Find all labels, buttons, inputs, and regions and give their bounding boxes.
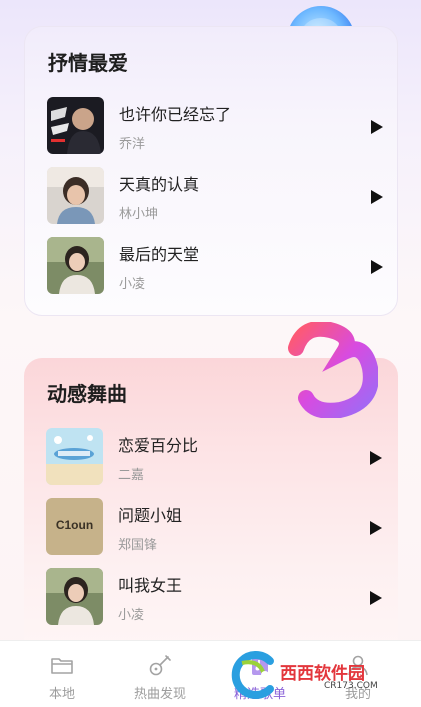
song-title: 恋爱百分比	[118, 436, 199, 455]
song-artist: 二嘉	[118, 468, 145, 483]
watermark-subtext: CR173.COM	[324, 681, 378, 691]
song-item[interactable]: C1oun 问题小姐 郑国锋	[46, 498, 386, 556]
tab-label: 本地	[48, 687, 75, 702]
play-icon[interactable]	[367, 117, 387, 137]
song-item[interactable]: 也许你已经忘了 乔洋	[47, 97, 387, 155]
song-title: 最后的天堂	[119, 245, 200, 264]
song-item[interactable]: 最后的天堂 小凌	[47, 237, 387, 295]
tab-local[interactable]: 本地	[14, 641, 110, 707]
album-cover	[46, 428, 103, 485]
song-title: 叫我女王	[118, 576, 183, 595]
section-card-lyric: 抒情最爱 也许你已经忘了 乔洋 天真的认真 林小坤 最后的天堂 小凌	[24, 26, 398, 316]
folder-icon	[49, 652, 75, 678]
section-title: 抒情最爱	[48, 51, 128, 75]
song-title: 也许你已经忘了	[119, 105, 232, 124]
album-cover: C1oun	[46, 498, 103, 555]
album-cover	[47, 97, 104, 154]
play-icon[interactable]	[367, 187, 387, 207]
album-cover-text: C1oun	[55, 518, 94, 532]
song-artist: 乔洋	[119, 137, 146, 152]
song-item[interactable]: 天真的认真 林小坤	[47, 167, 387, 225]
song-title: 天真的认真	[119, 175, 200, 194]
watermark-logo	[231, 651, 274, 699]
album-cover	[47, 237, 104, 294]
loop-decoration	[284, 320, 379, 419]
song-item[interactable]: 叫我女王 小凌	[46, 568, 386, 626]
song-artist: 小凌	[119, 277, 146, 292]
tab-label: 热曲发现	[133, 687, 186, 702]
play-icon[interactable]	[366, 588, 386, 608]
watermark: 西西软件园 CR173.COM	[220, 651, 400, 699]
song-artist: 小凌	[118, 608, 145, 623]
play-icon[interactable]	[366, 448, 386, 468]
album-cover	[47, 167, 104, 224]
song-item[interactable]: 恋爱百分比 二嘉	[46, 428, 386, 486]
song-title: 问题小姐	[118, 506, 183, 525]
tab-hot-songs[interactable]: 热曲发现	[112, 641, 208, 707]
play-icon[interactable]	[366, 518, 386, 538]
album-cover	[46, 568, 103, 625]
song-artist: 郑国锋	[118, 538, 158, 553]
section-title: 动感舞曲	[47, 382, 127, 406]
guitar-icon	[147, 652, 173, 678]
play-icon[interactable]	[367, 257, 387, 277]
song-artist: 林小坤	[119, 207, 159, 222]
